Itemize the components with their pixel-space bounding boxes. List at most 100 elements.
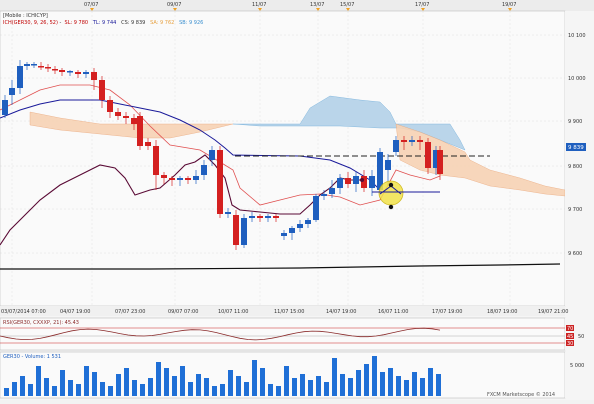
candle-body bbox=[75, 72, 81, 74]
cross-point-bottom bbox=[388, 204, 394, 210]
volume-bar bbox=[212, 386, 217, 396]
volume-bar bbox=[372, 356, 377, 396]
time-label: 14/07 19:00 bbox=[326, 309, 356, 315]
rsi-panel bbox=[0, 317, 566, 351]
candle-body bbox=[161, 175, 167, 178]
volume-bar bbox=[76, 384, 81, 396]
candle-body bbox=[201, 165, 207, 175]
volume-bar bbox=[12, 382, 17, 396]
candle-body bbox=[52, 69, 58, 71]
candle-body bbox=[353, 176, 359, 184]
candle-body bbox=[177, 178, 183, 180]
copyright-footer: FXCM Marketscope © 2014 bbox=[487, 391, 555, 398]
volume-bar bbox=[292, 378, 297, 396]
time-label: 17/07 19:00 bbox=[432, 309, 462, 315]
ichimoku-chart: 07/07 09/07 11/07 13/07 15/07 17/07 19/07 10 1… bbox=[0, 0, 594, 399]
main-plot-area bbox=[0, 10, 566, 307]
candle-body bbox=[185, 178, 191, 180]
volume-bar bbox=[316, 376, 321, 396]
volume-bar bbox=[100, 382, 105, 396]
candle-body bbox=[169, 178, 175, 180]
candle-body bbox=[91, 72, 97, 80]
volume-bar bbox=[156, 362, 161, 396]
volume-bar bbox=[260, 368, 265, 396]
volume-bar bbox=[84, 366, 89, 396]
candle-body bbox=[115, 112, 121, 116]
price-axis[interactable] bbox=[565, 11, 594, 306]
rsi-current-label: 45 bbox=[567, 334, 573, 340]
volume-bar bbox=[284, 366, 289, 396]
candle-body bbox=[265, 216, 271, 218]
volume-bar bbox=[300, 374, 305, 396]
candle-body bbox=[337, 178, 343, 188]
legend-sb: SB: 9 926 bbox=[179, 20, 204, 26]
candle-body bbox=[425, 142, 431, 168]
candle-body bbox=[385, 160, 391, 170]
time-label: 07/07 23:00 bbox=[115, 309, 145, 315]
top-date-label: 17/07 bbox=[415, 2, 429, 8]
volume-bar bbox=[4, 388, 9, 396]
volume-bar bbox=[44, 378, 49, 396]
candle-body bbox=[289, 228, 295, 233]
rsi-title: RSI(GER30, CXXXP, 21): 45.43 bbox=[3, 320, 79, 326]
volume-bar bbox=[436, 374, 441, 396]
volume-bar bbox=[148, 378, 153, 396]
volume-bar bbox=[276, 386, 281, 396]
volume-bar bbox=[356, 370, 361, 396]
time-label: 16/07 11:00 bbox=[378, 309, 408, 315]
volume-bar bbox=[420, 378, 425, 396]
rsi-level-30-label: 30 bbox=[567, 341, 573, 347]
chart-symbol-label: [Mobile : ICHICYP] bbox=[3, 13, 48, 19]
volume-bar bbox=[236, 376, 241, 396]
candle-body bbox=[369, 176, 375, 188]
candle-body bbox=[99, 80, 105, 100]
candle-body bbox=[273, 216, 279, 218]
candle-body bbox=[305, 220, 311, 224]
volume-bar bbox=[252, 360, 257, 396]
volume-bar bbox=[20, 376, 25, 396]
candle-body bbox=[137, 116, 143, 146]
legend-tl: TL: 9 744 bbox=[92, 20, 117, 26]
candle-body bbox=[393, 140, 399, 152]
volume-bar bbox=[332, 358, 337, 396]
volume-title: GER30 - Volume: 1 531 bbox=[3, 354, 61, 360]
candle-body bbox=[131, 118, 137, 124]
candle-body bbox=[361, 176, 367, 188]
volume-bar bbox=[68, 380, 73, 396]
volume-bar bbox=[124, 368, 129, 396]
volume-bar bbox=[196, 374, 201, 396]
candle-body bbox=[31, 64, 37, 66]
volume-bar bbox=[340, 374, 345, 396]
volume-bar bbox=[364, 364, 369, 396]
candle-body bbox=[401, 140, 407, 142]
time-label: 10/07 11:00 bbox=[218, 309, 248, 315]
candle-body bbox=[345, 178, 351, 184]
volume-bar bbox=[396, 376, 401, 396]
candle-body bbox=[313, 196, 319, 220]
marketscope-window: 07/07 09/07 11/07 13/07 15/07 17/07 19/07 10 1… bbox=[0, 0, 594, 400]
volume-bar bbox=[180, 366, 185, 396]
candle-body bbox=[2, 100, 8, 115]
candle-body bbox=[67, 71, 73, 73]
top-date-label: 13/07 bbox=[310, 2, 324, 8]
candle-body bbox=[17, 66, 23, 88]
candle-body bbox=[45, 67, 51, 69]
price-label: 9 600 bbox=[568, 251, 582, 257]
volume-bar bbox=[52, 386, 57, 396]
time-label: 11/07 15:00 bbox=[274, 309, 304, 315]
candle-body bbox=[297, 224, 303, 228]
top-date-label: 15/07 bbox=[340, 2, 354, 8]
volume-bar bbox=[324, 382, 329, 396]
volume-bar bbox=[268, 384, 273, 396]
top-date-label: 09/07 bbox=[167, 2, 181, 8]
volume-bar bbox=[36, 366, 41, 396]
top-date-label: 11/07 bbox=[252, 2, 266, 8]
candle-body bbox=[123, 116, 129, 118]
volume-bar bbox=[428, 368, 433, 396]
volume-bar bbox=[388, 368, 393, 396]
candle-body bbox=[83, 72, 89, 74]
chikou-point bbox=[360, 178, 364, 182]
volume-bar bbox=[404, 380, 409, 396]
rsi-level-70-label: 70 bbox=[567, 326, 573, 332]
candle-body bbox=[281, 233, 287, 236]
